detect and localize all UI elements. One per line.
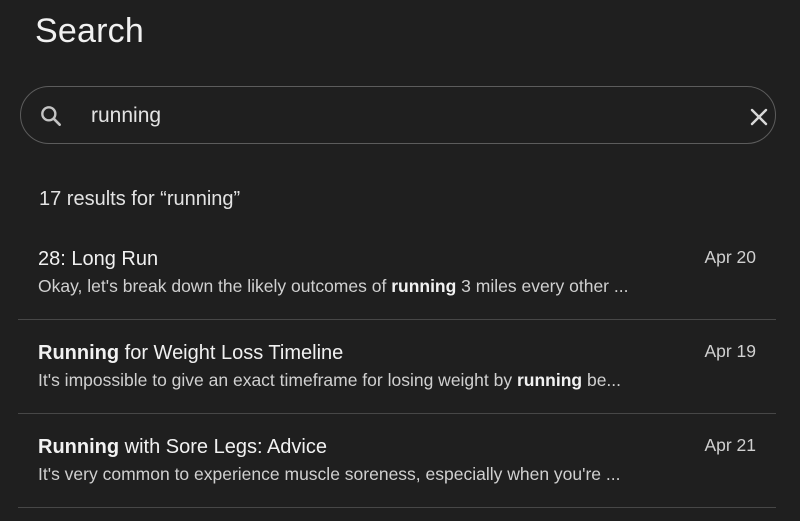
result-snippet: Okay, let's break down the likely outcom… — [38, 276, 628, 297]
search-bar[interactable] — [20, 86, 776, 144]
highlighted-term: running — [391, 276, 457, 296]
highlighted-term: Running — [38, 436, 120, 458]
result-date: Apr 21 — [704, 435, 756, 455]
highlighted-term: Running — [38, 342, 120, 364]
close-icon — [750, 108, 768, 126]
result-snippet: It's impossible to give an exact timefra… — [38, 370, 621, 391]
text-segment: Okay, let's break down the likely outcom… — [38, 276, 392, 296]
result-title: 28: Long Run — [38, 248, 158, 271]
results-count: 17 results for “running” — [39, 188, 241, 210]
result-item[interactable]: Running for Weight Loss Timeline It's im… — [18, 320, 776, 414]
result-item[interactable]: Running with Sore Legs: Advice It's very… — [18, 414, 776, 508]
result-date: Apr 19 — [704, 341, 756, 361]
text-segment: be... — [582, 370, 622, 390]
result-snippet: It's very common to experience muscle so… — [38, 464, 621, 485]
search-icon — [38, 103, 64, 129]
result-date: Apr 20 — [704, 247, 756, 267]
text-segment: for Weight Loss Timeline — [119, 342, 344, 364]
text-segment: It's impossible to give an exact timefra… — [38, 370, 517, 390]
highlighted-term: running — [516, 370, 583, 390]
search-input[interactable] — [91, 101, 691, 131]
page-title: Search — [35, 12, 144, 50]
results-list: 28: Long Run Okay, let's break down the … — [18, 226, 776, 508]
result-title: Running with Sore Legs: Advice — [38, 436, 327, 459]
text-segment: 28: Long Run — [38, 248, 159, 270]
clear-search-button[interactable] — [745, 103, 773, 131]
result-title: Running for Weight Loss Timeline — [38, 342, 343, 365]
text-segment: 3 miles every other ... — [456, 276, 629, 296]
result-item[interactable]: 28: Long Run Okay, let's break down the … — [18, 226, 776, 320]
text-segment: with Sore Legs: Advice — [119, 436, 327, 458]
text-segment: It's very common to experience muscle so… — [38, 464, 621, 484]
